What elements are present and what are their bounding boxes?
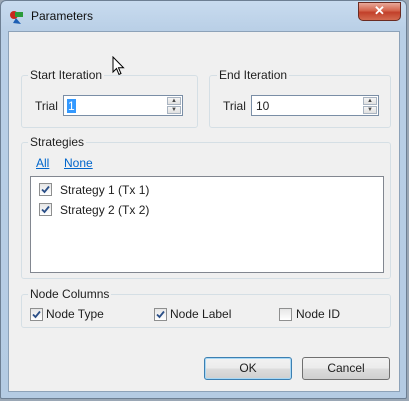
close-button[interactable]: ✕ <box>358 2 401 21</box>
strategies-group: Strategies All None Strategy 1 (Tx 1) St… <box>21 135 391 279</box>
node-type-checkbox[interactable] <box>30 308 43 321</box>
start-trial-label: Trial <box>35 99 58 113</box>
title-bar[interactable]: Parameters ✕ <box>1 1 406 31</box>
end-trial-increment-button[interactable]: ▲ <box>363 97 377 105</box>
checkmark-icon <box>41 205 50 214</box>
node-columns-group: Node Columns Node Type Node Label Node I… <box>21 287 391 328</box>
close-icon: ✕ <box>374 3 385 18</box>
strategy-1-checkbox[interactable] <box>39 183 52 196</box>
end-iteration-title: End Iteration <box>217 68 290 82</box>
start-iteration-title: Start Iteration <box>28 68 105 82</box>
checkmark-icon <box>41 185 50 194</box>
arrow-down-icon: ▼ <box>171 107 177 113</box>
list-item[interactable]: Strategy 1 (Tx 1) <box>31 181 371 199</box>
window-title: Parameters <box>31 9 94 23</box>
start-trial-value[interactable]: 1 <box>67 99 76 113</box>
select-none-link[interactable]: None <box>64 156 93 170</box>
checkmark-icon <box>32 310 41 319</box>
arrow-up-icon: ▲ <box>171 98 177 104</box>
end-trial-label: Trial <box>223 99 246 113</box>
end-trial-decrement-button[interactable]: ▼ <box>363 106 377 114</box>
select-all-link[interactable]: All <box>36 156 49 170</box>
node-type-label: Node Type <box>46 307 104 321</box>
start-trial-increment-button[interactable]: ▲ <box>167 97 181 105</box>
node-label-checkbox[interactable] <box>154 308 167 321</box>
strategy-2-label: Strategy 2 (Tx 2) <box>60 203 150 217</box>
start-trial-decrement-button[interactable]: ▼ <box>167 106 181 114</box>
end-iteration-group: End Iteration Trial 10 ▲ ▼ <box>209 68 391 128</box>
dialog-body: Start Iteration Trial 1 ▲ ▼ End Iteratio… <box>8 31 400 392</box>
node-label-label: Node Label <box>170 307 232 321</box>
strategy-2-checkbox[interactable] <box>39 203 52 216</box>
mouse-pointer-icon <box>112 56 125 76</box>
strategy-1-label: Strategy 1 (Tx 1) <box>60 183 150 197</box>
end-trial-value[interactable]: 10 <box>256 99 269 113</box>
end-trial-spinner[interactable]: 10 ▲ ▼ <box>251 95 379 116</box>
node-columns-title: Node Columns <box>28 287 112 301</box>
list-item[interactable]: Strategy 2 (Tx 2) <box>31 201 371 219</box>
start-iteration-group: Start Iteration Trial 1 ▲ ▼ <box>21 68 198 128</box>
arrow-down-icon: ▼ <box>367 107 373 113</box>
app-icon <box>10 11 23 24</box>
arrow-up-icon: ▲ <box>367 98 373 104</box>
ok-button[interactable]: OK <box>204 357 292 380</box>
parameters-dialog: Parameters ✕ Start Iteration Trial 1 ▲ ▼… <box>0 0 407 399</box>
start-trial-spinner[interactable]: 1 ▲ ▼ <box>63 95 183 116</box>
checkmark-icon <box>156 310 165 319</box>
strategies-title: Strategies <box>28 135 87 149</box>
strategies-list[interactable]: Strategy 1 (Tx 1) Strategy 2 (Tx 2) <box>30 176 384 273</box>
cancel-button[interactable]: Cancel <box>302 357 390 380</box>
node-id-checkbox[interactable] <box>279 308 292 321</box>
node-id-label: Node ID <box>296 307 341 321</box>
